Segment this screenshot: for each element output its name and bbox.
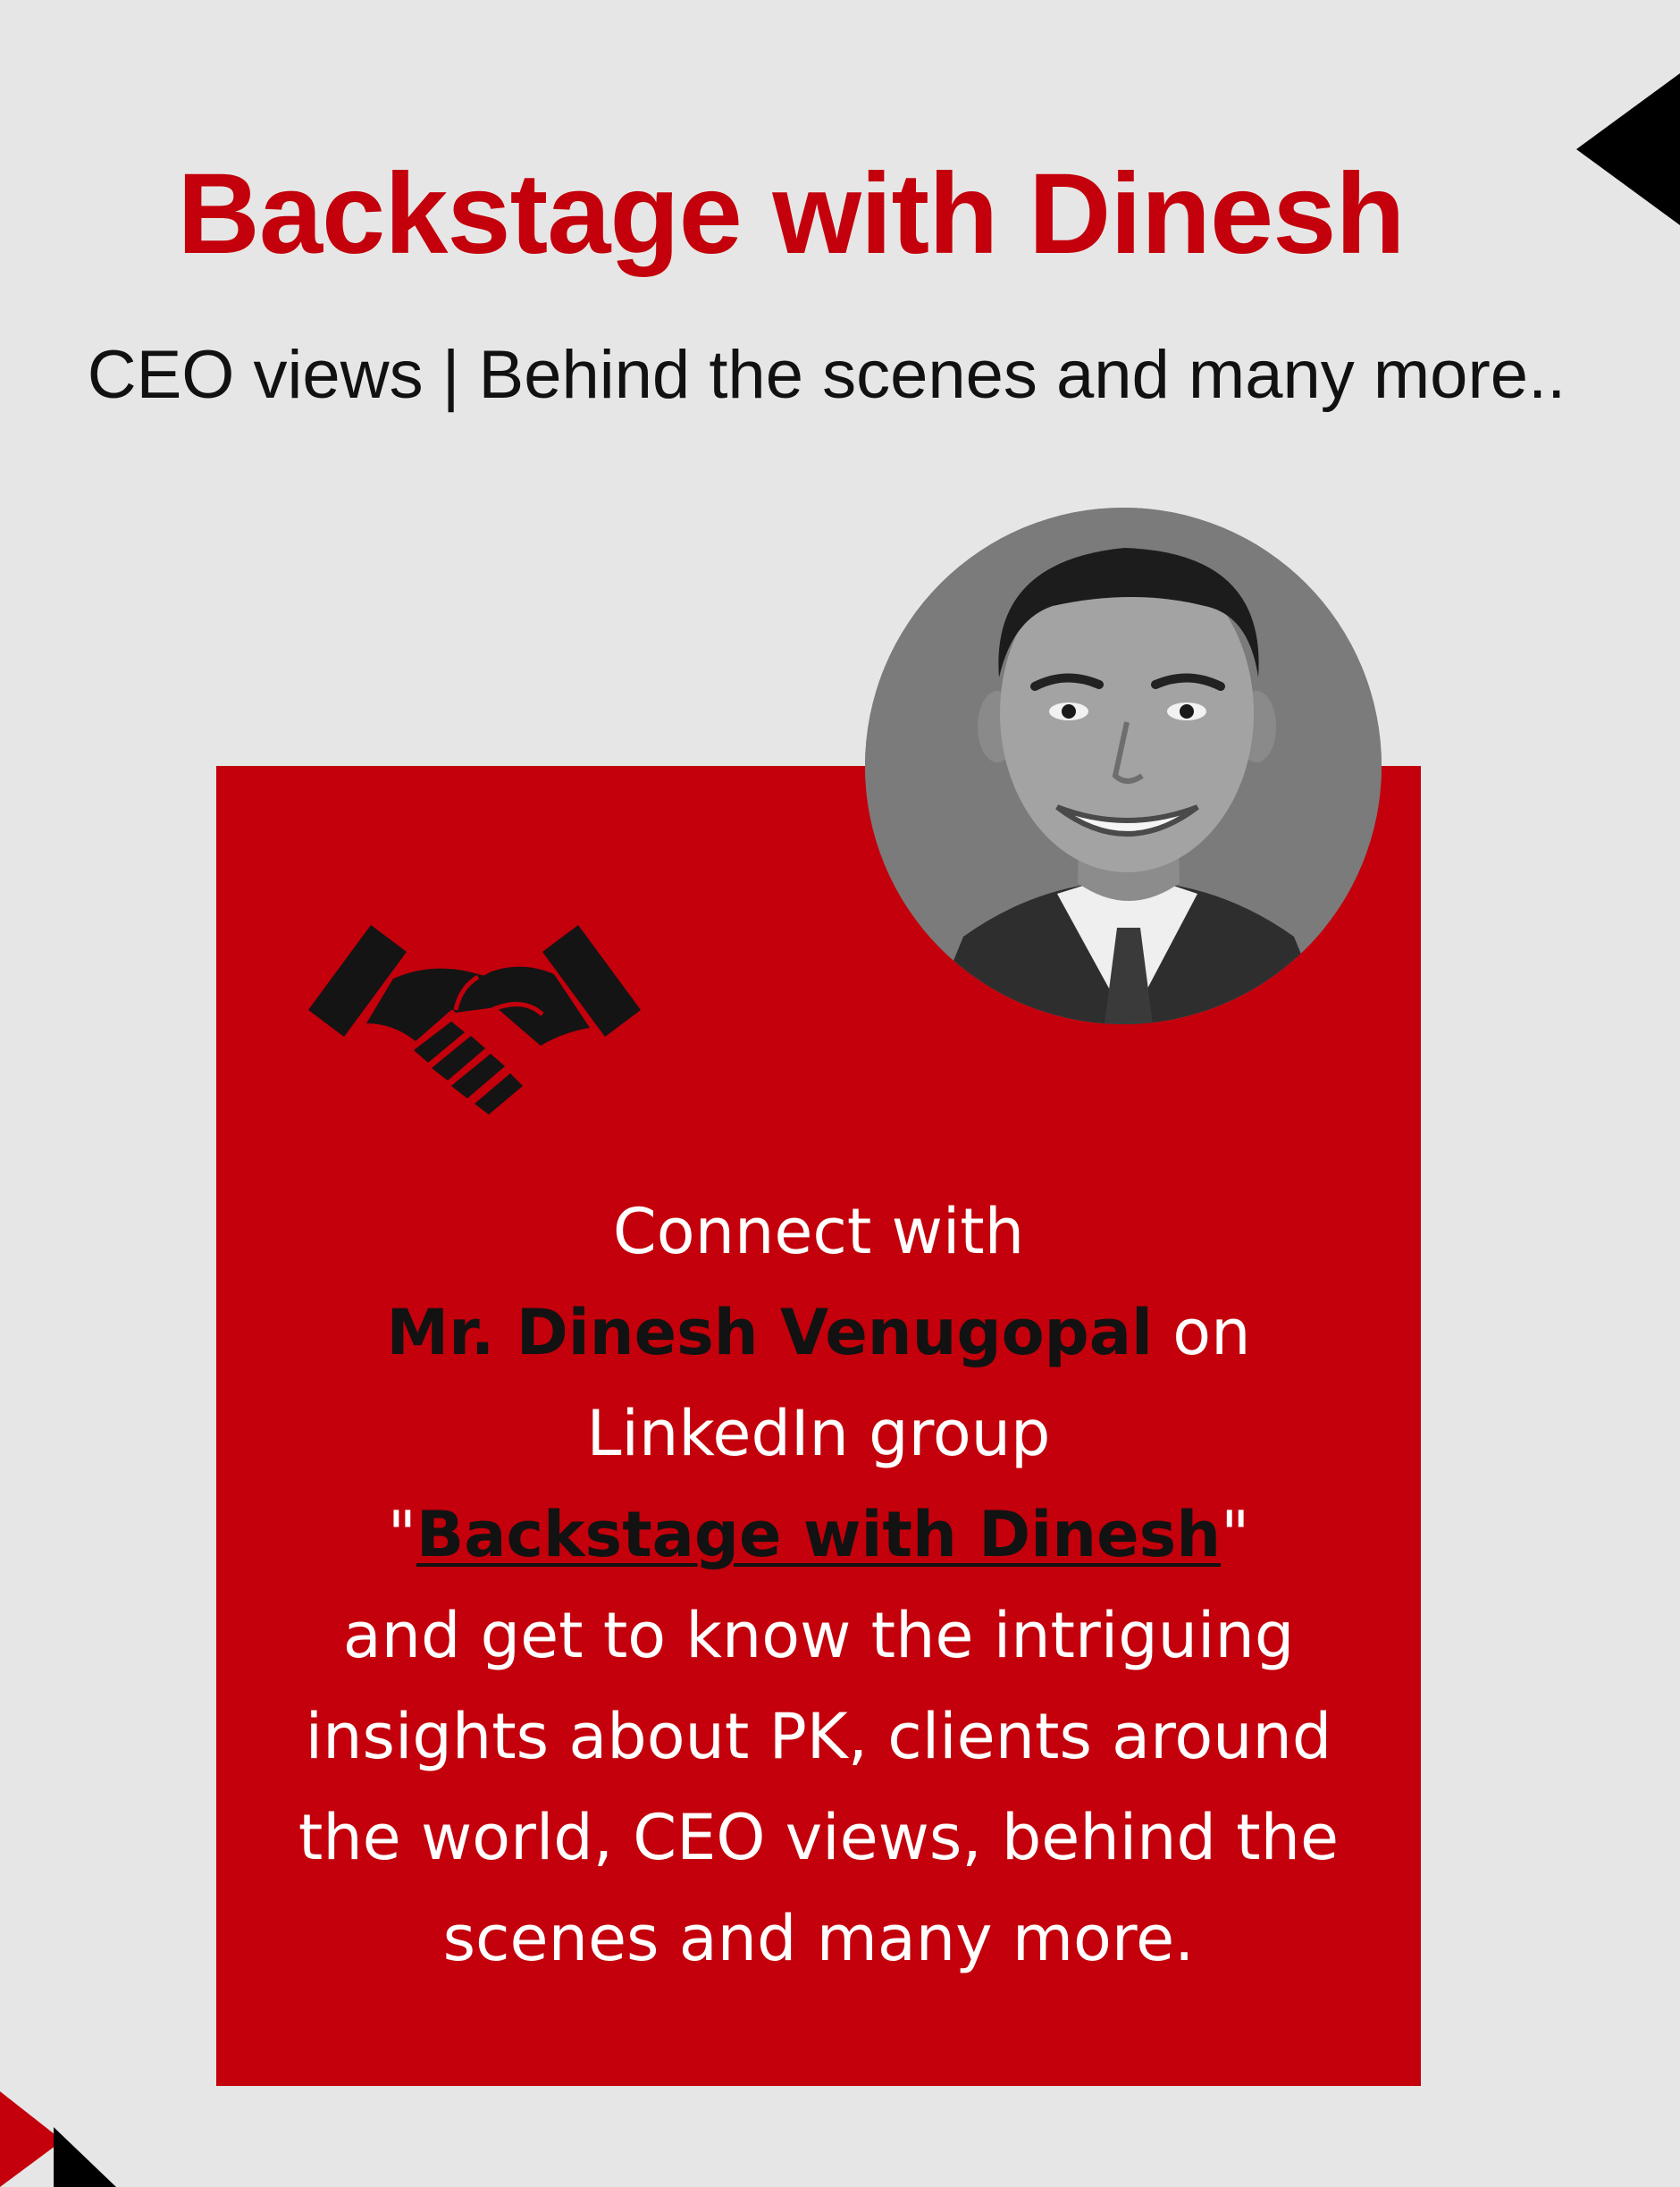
card-message: Connect with Mr. Dinesh Venugopal on Lin… — [216, 1182, 1421, 1989]
corner-triangle-top — [1576, 73, 1680, 225]
page-title: Backstage with Dinesh — [177, 150, 1405, 278]
card-line-connect: Connect with — [612, 1195, 1025, 1268]
linkedin-group-link[interactable]: Backstage with Dinesh — [416, 1498, 1221, 1571]
card-line-group: LinkedIn group — [586, 1397, 1051, 1470]
handshake-icon — [308, 925, 641, 1115]
card-line-5: and get to know the intriguing — [342, 1599, 1295, 1672]
quote-close: " — [1221, 1498, 1250, 1571]
card-line-8: scenes and many more. — [442, 1902, 1195, 1975]
profile-photo — [865, 508, 1382, 1024]
poster: Backstage with Dinesh CEO views | Behind… — [0, 0, 1680, 2187]
card-line-name: Mr. Dinesh Venugopal on — [216, 1283, 1421, 1384]
quote-open: " — [387, 1498, 416, 1571]
corner-triangle-bottom — [0, 2091, 116, 2187]
name-suffix: on — [1153, 1296, 1251, 1369]
card-line-link: "Backstage with Dinesh" — [216, 1485, 1421, 1586]
card-line-7: the world, CEO views, behind the — [298, 1801, 1340, 1874]
person-name: Mr. Dinesh Venugopal — [386, 1296, 1153, 1369]
page-subtitle: CEO views | Behind the scenes and many m… — [87, 337, 1567, 413]
card-line-6: insights about PK, clients around — [305, 1700, 1332, 1773]
